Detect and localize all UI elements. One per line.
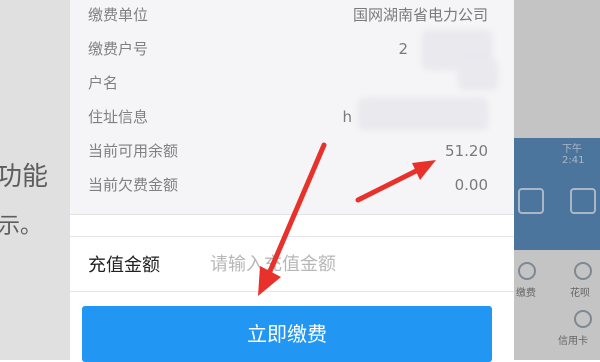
info-label: 当前欠费金额 — [88, 176, 179, 194]
info-label: 缴费户号 — [88, 40, 149, 58]
payment-dialog: 缴费单位 国网湖南省电力公司 缴费户号 2 户名 住址信息 h 当前可用余额 5… — [70, 0, 514, 362]
info-value: 国网湖南省电力公司 — [352, 6, 488, 24]
info-label: 当前可用余额 — [88, 142, 179, 160]
pay-now-button[interactable]: 立即缴费 — [82, 306, 492, 362]
info-label: 缴费单位 — [88, 6, 149, 24]
background-page-left: 功能 示。 — [0, 0, 70, 360]
balance-value: 51.20 — [445, 142, 488, 160]
info-label: 住址信息 — [88, 108, 149, 126]
info-row-balance: 当前可用余额 51.20 — [88, 140, 488, 162]
info-row-account-name: 户名 — [88, 72, 488, 94]
info-value: h — [342, 108, 352, 126]
dim-overlay — [0, 0, 70, 360]
info-row-arrears: 当前欠费金额 0.00 — [88, 174, 488, 196]
info-label: 户名 — [88, 74, 119, 92]
privacy-blur — [458, 60, 498, 90]
info-row-company: 缴费单位 国网湖南省电力公司 — [88, 4, 488, 26]
recharge-amount-input[interactable] — [208, 247, 502, 281]
arrears-value: 0.00 — [454, 176, 488, 194]
background-page-right: 下午2:41 缴费 花呗 信用卡 — [514, 0, 600, 360]
dim-overlay — [514, 0, 600, 360]
info-value: 2 — [398, 40, 408, 58]
privacy-blur — [358, 98, 488, 130]
recharge-amount-row: 充值金额 — [70, 236, 514, 292]
account-info-panel: 缴费单位 国网湖南省电力公司 缴费户号 2 户名 住址信息 h 当前可用余额 5… — [70, 0, 514, 215]
recharge-label: 充值金额 — [88, 255, 160, 276]
